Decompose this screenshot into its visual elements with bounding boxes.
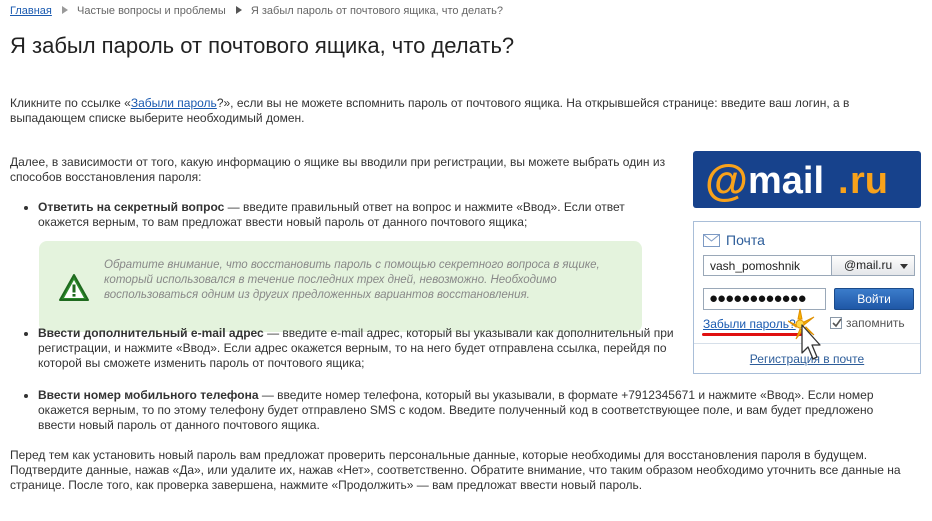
remember-checkbox[interactable]: запомнить	[830, 316, 905, 330]
mail-title-text: Почта	[726, 232, 765, 248]
list-item: Ввести номер мобильного телефона — введи…	[24, 388, 904, 433]
method-title: Ввести дополнительный e-mail адрес	[38, 326, 264, 340]
breadcrumb-arrow-icon	[235, 6, 243, 14]
breadcrumb-home-link[interactable]: Главная	[10, 5, 52, 17]
list-item: Ответить на секретный вопрос — введите п…	[24, 200, 674, 230]
bullet	[24, 332, 28, 336]
recovery-methods-list: Ответить на секретный вопрос — введите п…	[24, 200, 674, 230]
warning-icon	[58, 273, 90, 303]
breadcrumb-faq: Частые вопросы и проблемы	[77, 5, 226, 17]
mail-panel-title: Почта	[703, 231, 765, 249]
breadcrumb-current: Я забыл пароль от почтового ящика, что д…	[250, 5, 503, 17]
envelope-icon	[703, 233, 720, 247]
highlight-underline	[702, 333, 802, 336]
bullet	[24, 206, 28, 210]
notice-text: Обратите внимание, что восстановить паро…	[104, 259, 600, 301]
intro-text-before: Кликните по ссылке «	[10, 96, 131, 110]
logo-mail: mail	[748, 160, 824, 202]
bullet	[24, 394, 28, 398]
logo-at: @	[705, 156, 748, 205]
remember-label: запомнить	[846, 316, 905, 330]
method-title: Ввести номер мобильного телефона	[38, 388, 259, 402]
checkbox[interactable]	[830, 317, 842, 329]
checkmark-icon	[832, 318, 842, 328]
domain-select[interactable]: @mail.ru	[831, 255, 915, 276]
chevron-down-icon	[900, 264, 908, 269]
notice-box: Обратите внимание, что восстановить паро…	[39, 241, 642, 332]
recovery-intro: Далее, в зависимости от того, какую инфо…	[10, 155, 666, 184]
login-button[interactable]: Войти	[834, 288, 914, 310]
intro-paragraph: Кликните по ссылке «Забыли пароль?», есл…	[10, 96, 890, 126]
forgot-password-link-inline[interactable]: Забыли пароль	[131, 96, 217, 110]
logo-dot: .	[838, 160, 849, 202]
logo-ru: ru	[850, 160, 888, 202]
breadcrumb: Главная Частые вопросы и проблемы Я забы…	[10, 5, 503, 17]
domain-value: @mail.ru	[844, 258, 893, 272]
page-title: Я забыл пароль от почтового ящика, что д…	[10, 33, 515, 58]
mailru-logo: @ mail . ru	[693, 151, 921, 208]
breadcrumb-arrow-icon	[61, 6, 69, 14]
final-paragraph: Перед тем как установить новый пароль ва…	[10, 448, 901, 492]
method-title: Ответить на секретный вопрос	[38, 200, 225, 214]
list-item: Ввести дополнительный e-mail адрес — вве…	[24, 326, 674, 371]
mouse-cursor-icon	[787, 305, 824, 371]
forgot-password-link[interactable]: Забыли пароль?	[703, 317, 796, 331]
login-input[interactable]	[703, 255, 831, 276]
